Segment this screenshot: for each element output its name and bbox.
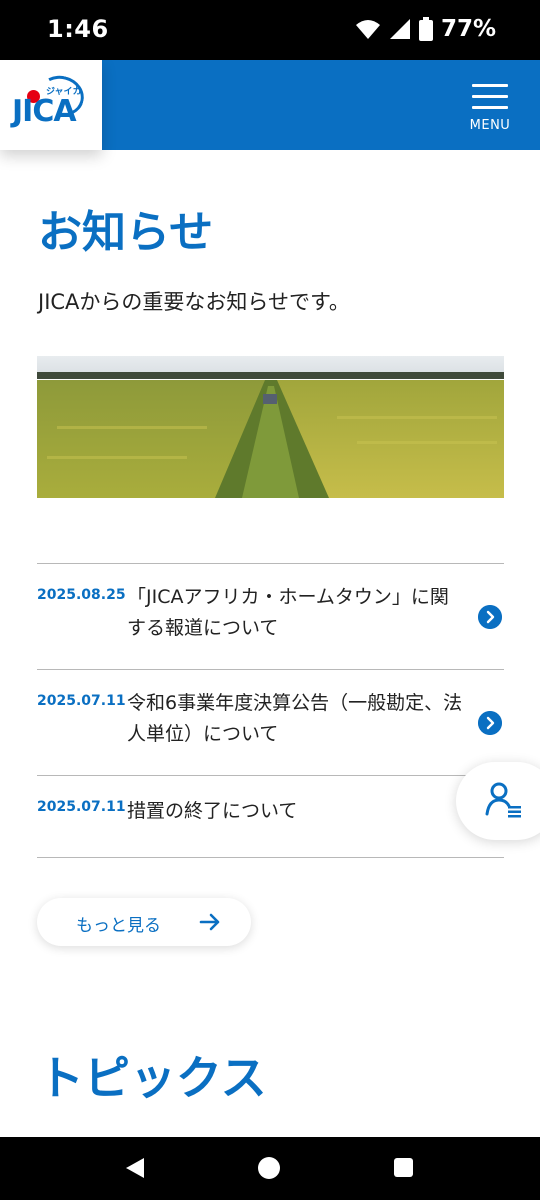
news-item[interactable]: 2025.07.11 令和6事業年度決算公告（一般勘定、法人単位）について (37, 669, 504, 775)
news-title: 令和6事業年度決算公告（一般勘定、法人単位）について (127, 692, 463, 745)
status-time: 1:46 (47, 15, 109, 43)
news-date: 2025.07.11 (37, 799, 126, 815)
news-date: 2025.08.25 (37, 587, 126, 603)
hamburger-icon (472, 95, 508, 98)
topics-title: トピックス (38, 1051, 267, 1105)
hamburger-icon (472, 84, 508, 87)
menu-button[interactable]: MENU (470, 82, 510, 138)
news-list: 2025.08.25 「JICAアフリカ・ホームタウン」に関する報道について 2… (37, 563, 504, 858)
status-bar: 1:46 77% (0, 0, 540, 60)
status-icons: 77% (355, 16, 496, 42)
chevron-right-icon (478, 711, 502, 735)
jica-logo[interactable]: ジャイカ JICA (0, 60, 102, 150)
system-nav-bar (0, 1137, 540, 1200)
cell-signal-icon (389, 19, 410, 39)
user-menu-button[interactable] (456, 762, 540, 840)
news-date: 2025.07.11 (37, 693, 126, 709)
recents-icon[interactable] (394, 1158, 413, 1177)
more-button[interactable]: もっと見る (37, 898, 251, 946)
more-label: もっと見る (76, 916, 161, 936)
back-icon[interactable] (124, 1157, 146, 1179)
news-item[interactable]: 2025.08.25 「JICAアフリカ・ホームタウン」に関する報道について (37, 563, 504, 669)
chevron-right-icon (478, 605, 502, 629)
wifi-icon (355, 20, 380, 39)
user-list-icon (485, 782, 521, 818)
news-item[interactable]: 2025.07.11 措置の終了について (37, 775, 504, 858)
news-title: 措置の終了について (127, 800, 298, 822)
page-title: お知らせ (38, 207, 214, 258)
home-icon[interactable] (258, 1157, 280, 1179)
arrow-right-icon (199, 913, 220, 931)
hamburger-icon (472, 106, 508, 109)
battery-icon (418, 17, 433, 41)
logo-text: JICA (12, 94, 77, 129)
page-description: JICAからの重要なお知らせです。 (38, 290, 350, 314)
rice-field-image (37, 356, 504, 498)
news-title: 「JICAアフリカ・ホームタウン」に関する報道について (127, 586, 449, 639)
site-header: ジャイカ JICA MENU (0, 60, 540, 150)
battery-percent: 77% (440, 16, 496, 42)
menu-label: MENU (469, 118, 511, 133)
